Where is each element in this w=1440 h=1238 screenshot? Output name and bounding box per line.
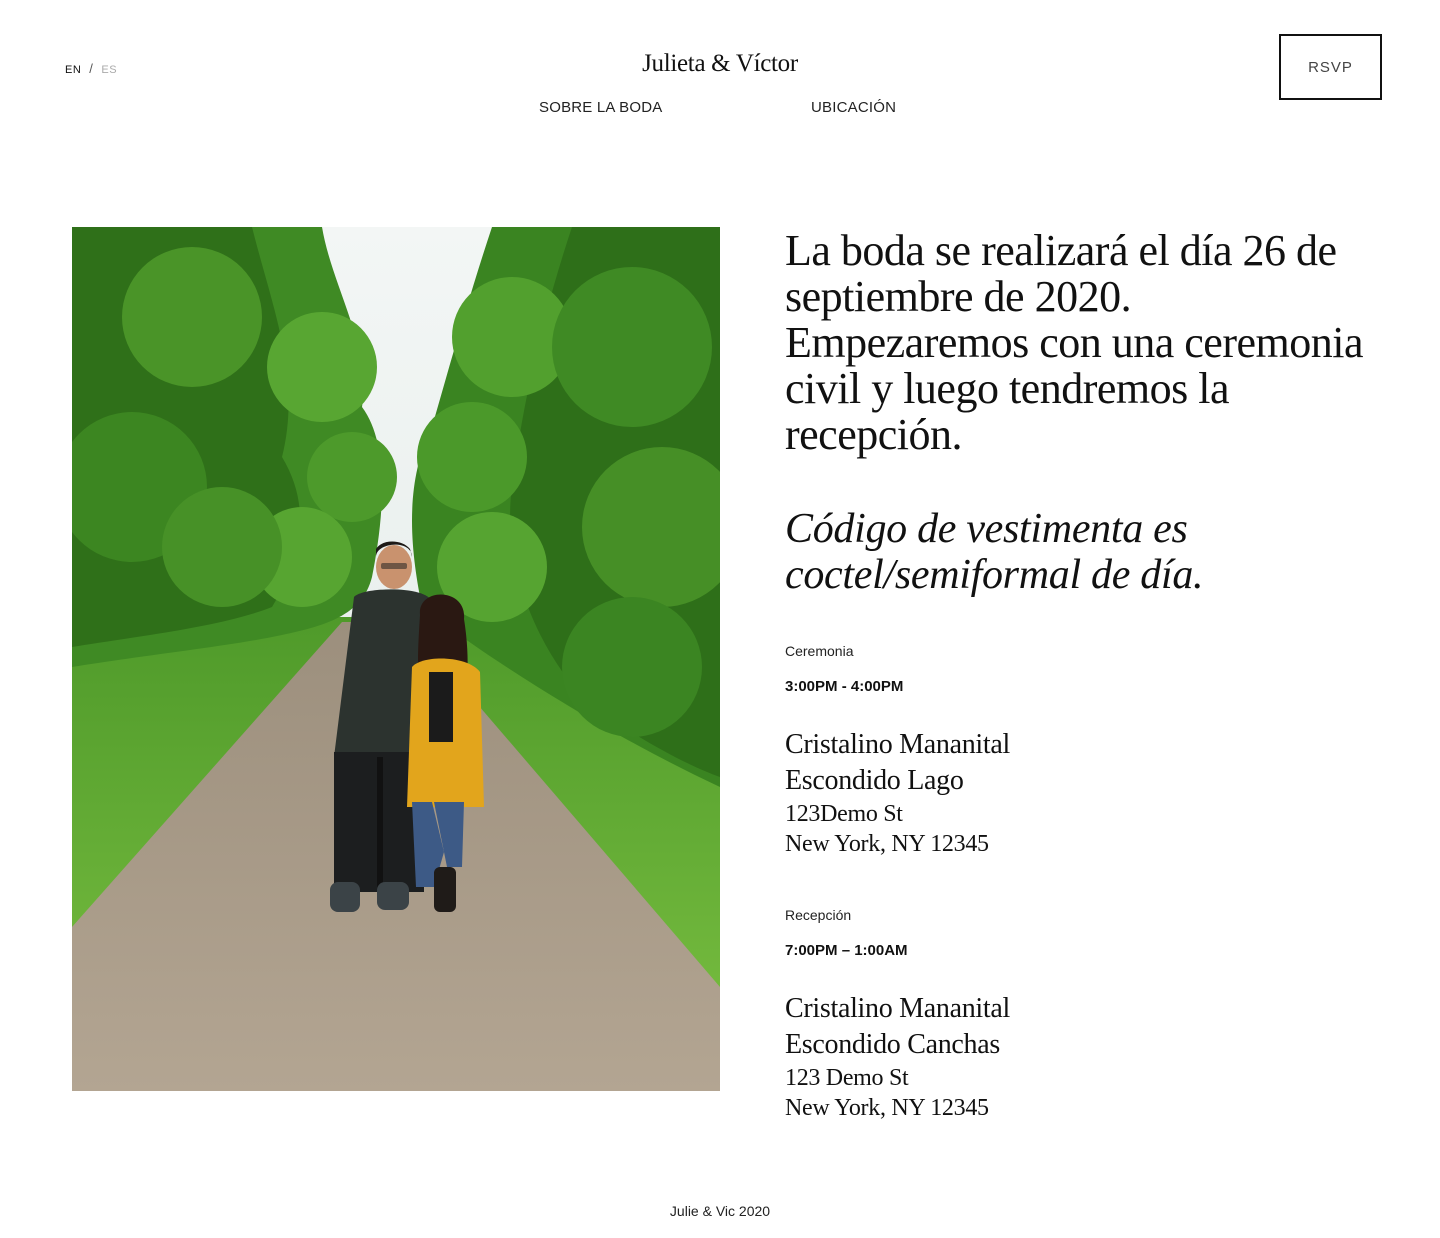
nav-item-ubicacion[interactable]: UBICACIÓN <box>811 99 896 116</box>
ceremony-venue-line2: Escondido Lago <box>785 765 964 796</box>
reception-venue-line2: Escondido Canchas <box>785 1029 1000 1060</box>
ceremony-address-line2: New York, NY 12345 <box>785 831 989 857</box>
dress-code-text: Código de vestimenta es coctel/semiforma… <box>785 506 1204 598</box>
ceremony-venue-line1: Cristalino Mananital <box>785 729 1010 760</box>
ceremony-time: 3:00PM - 4:00PM <box>785 678 904 695</box>
reception-label: Recepción <box>785 907 852 923</box>
reception-address-line1: 123 Demo St <box>785 1065 909 1091</box>
wedding-intro-text: La boda se realizará el día 26 de septie… <box>785 226 1364 459</box>
footer-text: Julie & Vic 2020 <box>669 1203 771 1219</box>
nav-item-sobre-la-boda[interactable]: SOBRE LA BODA <box>539 99 662 116</box>
site-title[interactable]: Julieta & Víctor <box>0 50 1440 78</box>
wedding-details: La boda se realizará el día 26 de septie… <box>785 226 1385 599</box>
ceremony-address-line1: 123Demo St <box>785 801 903 827</box>
couple-photo <box>72 227 720 1091</box>
reception-time: 7:00PM – 1:00AM <box>785 942 908 959</box>
ceremony-label: Ceremonia <box>785 643 854 659</box>
rsvp-button[interactable]: RSVP <box>1279 34 1382 100</box>
couple-photo-illustration <box>72 227 720 1091</box>
reception-venue-line1: Cristalino Mananital <box>785 993 1010 1024</box>
reception-address-line2: New York, NY 12345 <box>785 1095 989 1121</box>
